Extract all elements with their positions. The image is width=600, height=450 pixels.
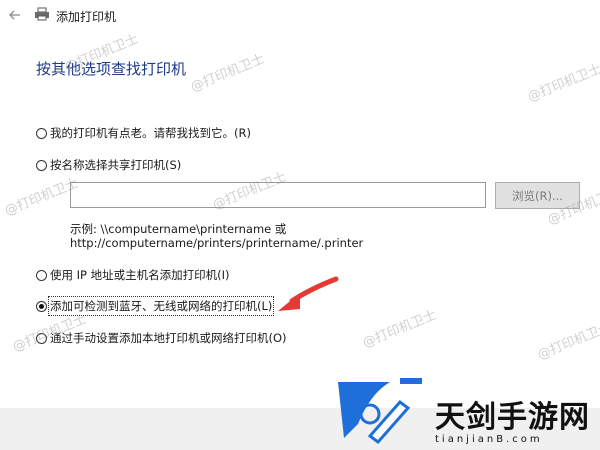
option-manual-settings[interactable]: 通过手动设置添加本地打印机或网络打印机(O)	[36, 330, 287, 346]
radio-ip-address[interactable]	[36, 269, 47, 281]
title-bar: 添加打印机	[0, 0, 600, 32]
option-bluetooth-wireless-network[interactable]: 添加可检测到蓝牙、无线或网络的打印机(L)	[36, 296, 275, 316]
option-ip-address-label: 使用 IP 地址或主机名添加打印机(I)	[50, 268, 230, 282]
option-old-printer-label: 我的打印机有点老。请帮我找到它。(R)	[50, 126, 251, 140]
annotation-arrow-icon	[278, 276, 339, 311]
watermark-text: @打印机卫士	[360, 307, 439, 351]
option-bluetooth-wireless-network-label: 添加可检测到蓝牙、无线或网络的打印机(L)	[47, 296, 275, 316]
option-shared-printer-label: 按名称选择共享打印机(S)	[50, 158, 182, 172]
radio-bluetooth-wireless-network[interactable]	[36, 300, 47, 312]
watermark-text: @打印机卫士	[535, 319, 600, 363]
window-title: 添加打印机	[56, 10, 117, 24]
example-line-1: 示例: \\computername\printername 或	[70, 222, 287, 236]
watermark-text: @打印机卫士	[525, 61, 600, 105]
radio-shared-printer[interactable]	[36, 159, 47, 171]
back-arrow-icon[interactable]	[6, 6, 24, 24]
browse-button[interactable]: 浏览(R)...	[495, 182, 580, 209]
radio-manual-settings[interactable]	[36, 332, 47, 344]
watermark-text: @打印机卫士	[188, 51, 267, 95]
option-old-printer[interactable]: 我的打印机有点老。请帮我找到它。(R)	[36, 125, 251, 141]
footer-bar	[0, 408, 600, 450]
option-manual-settings-label: 通过手动设置添加本地打印机或网络打印机(O)	[50, 331, 287, 345]
option-ip-address[interactable]: 使用 IP 地址或主机名添加打印机(I)	[36, 267, 230, 283]
shared-printer-path-input[interactable]	[70, 182, 486, 208]
example-line-2: http://computername/printers/printername…	[70, 236, 364, 250]
radio-old-printer[interactable]	[36, 127, 47, 139]
option-shared-printer[interactable]: 按名称选择共享打印机(S)	[36, 157, 181, 173]
watermark-text: @打印机卫士	[2, 175, 81, 219]
printer-icon	[35, 7, 49, 21]
page-heading: 按其他选项查找打印机	[36, 60, 187, 78]
